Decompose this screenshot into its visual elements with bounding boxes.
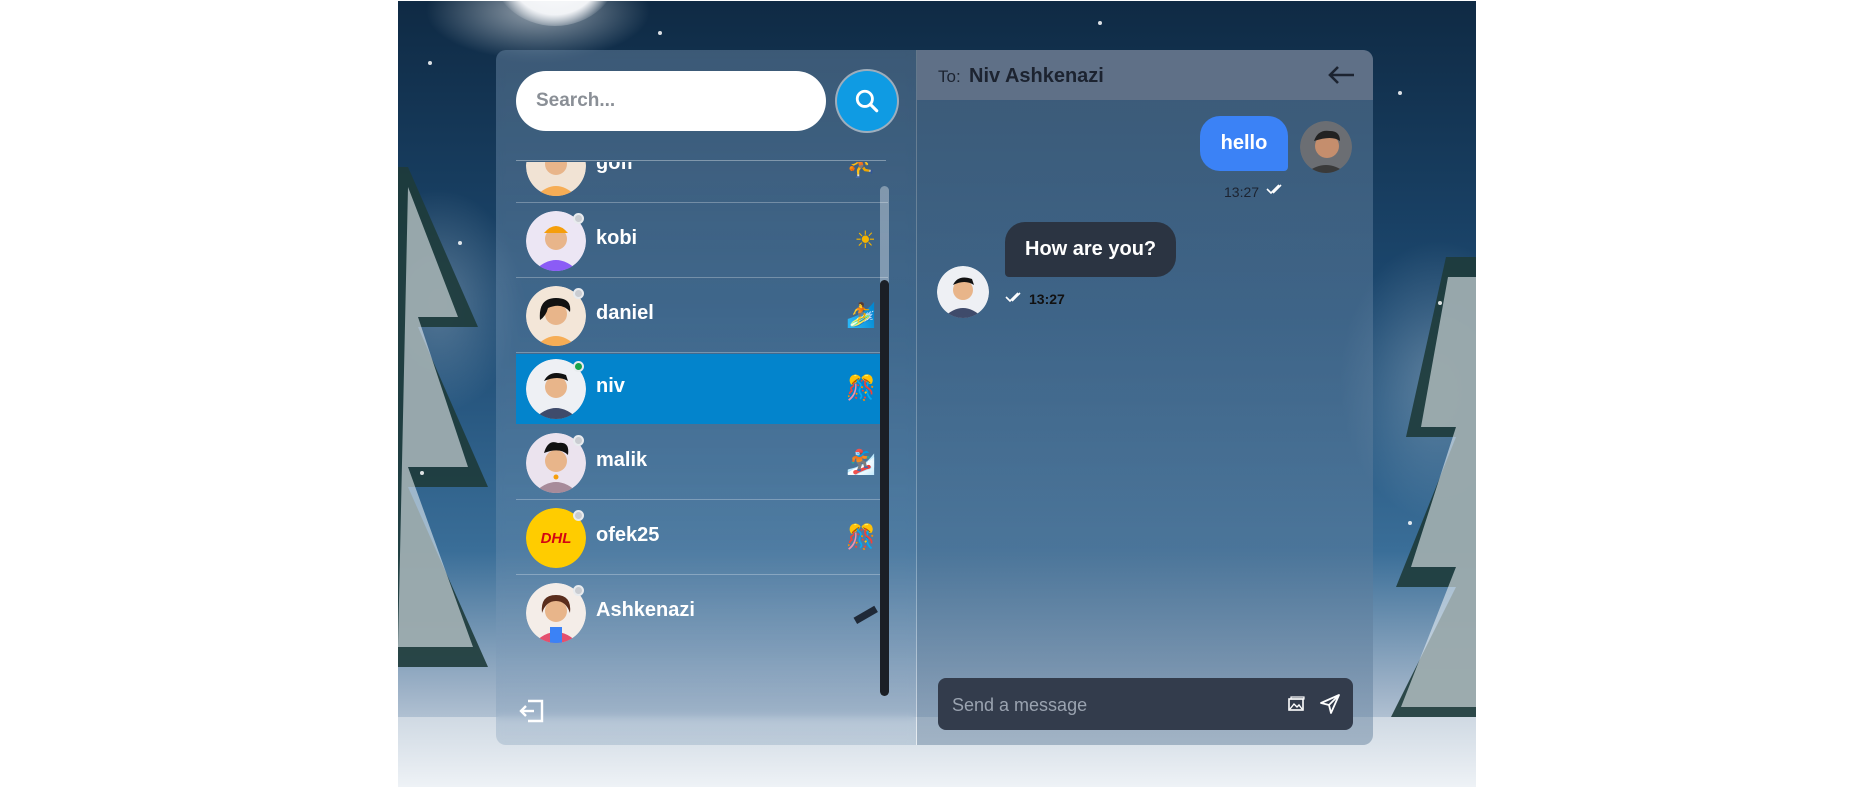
- logout-icon[interactable]: [518, 698, 546, 724]
- status-dot: [573, 435, 584, 446]
- contact-name: gofi: [596, 162, 633, 174]
- chat-app: gofi ⛹ kobi ☀ daniel 🏄: [496, 50, 1373, 745]
- snowboarding-icon: 🏂: [846, 449, 876, 476]
- contact-item-ashkenazi[interactable]: Ashkenazi ▬: [516, 576, 888, 650]
- status-dot: [573, 585, 584, 596]
- message-time: 13:27: [1224, 184, 1260, 200]
- contact-item-niv[interactable]: niv 🎊: [516, 354, 888, 424]
- snowflake: [1438, 301, 1442, 305]
- contact-name: malik: [596, 449, 648, 471]
- outgoing-message-bubble: hello: [1200, 116, 1288, 171]
- avatar: [526, 162, 586, 196]
- snowflake: [420, 471, 424, 475]
- snowflake: [1408, 521, 1412, 525]
- double-check-icon: [1266, 184, 1282, 195]
- avatar: [526, 286, 586, 346]
- list-divider: [516, 160, 886, 161]
- party-icon: 🎊: [846, 524, 876, 551]
- recipient-avatar: [937, 266, 989, 318]
- contact-item-malik[interactable]: malik 🏂: [516, 426, 888, 500]
- search-input[interactable]: [516, 71, 826, 131]
- chat-header: To: Niv Ashkenazi: [917, 50, 1373, 100]
- contact-name: niv: [596, 375, 625, 397]
- contact-item-ofek25[interactable]: DHL ofek25 🎊: [516, 501, 888, 575]
- avatar: [526, 433, 586, 493]
- status-dot: [573, 510, 584, 521]
- moon: [490, 1, 620, 26]
- avatar: [526, 211, 586, 271]
- message-text: hello: [1220, 132, 1268, 154]
- chat-panel: To: Niv Ashkenazi hello 13:27 How are yo…: [917, 50, 1373, 745]
- snowflake: [1398, 91, 1402, 95]
- avatar: DHL: [526, 508, 586, 568]
- double-check-icon: [1005, 292, 1021, 303]
- message-input[interactable]: [950, 678, 1284, 732]
- contact-name: Ashkenazi: [596, 599, 695, 621]
- message-composer: [938, 678, 1353, 732]
- search-icon: [855, 89, 879, 113]
- message-text: How are you?: [1025, 238, 1157, 260]
- contact-name: ofek25: [596, 524, 660, 546]
- contacts-panel: gofi ⛹ kobi ☀ daniel 🏄: [496, 50, 916, 745]
- send-icon[interactable]: [1318, 692, 1342, 716]
- contact-list: gofi ⛹ kobi ☀ daniel 🏄 niv 🎊 malik 🏂 DHL…: [516, 162, 888, 702]
- snowy-tree-left: [398, 167, 488, 667]
- status-dot: [573, 213, 584, 224]
- snowy-tree-right: [1386, 257, 1476, 727]
- snowflake: [1098, 21, 1102, 25]
- snowflake: [658, 31, 662, 35]
- recipient-name: Niv Ashkenazi: [969, 65, 1104, 87]
- contact-name: kobi: [596, 227, 638, 249]
- avatar: [526, 583, 586, 643]
- snowflake: [428, 61, 432, 65]
- avatar: [526, 359, 586, 419]
- contact-item-gofi[interactable]: gofi ⛹: [516, 162, 888, 203]
- surfing-icon: 🏄: [846, 302, 876, 329]
- scrollbar-thumb[interactable]: [880, 280, 889, 696]
- sender-avatar: [1300, 121, 1352, 173]
- to-label: To:: [938, 67, 961, 86]
- arrow-left-icon[interactable]: [1327, 64, 1355, 86]
- incoming-message-bubble: How are you?: [1005, 222, 1177, 277]
- contact-name: daniel: [596, 302, 654, 324]
- contact-item-daniel[interactable]: daniel 🏄: [516, 279, 888, 353]
- message-time: 13:27: [1029, 291, 1065, 307]
- pencil-icon: ▬: [846, 593, 881, 630]
- search-button[interactable]: [837, 71, 897, 131]
- status-dot: [573, 288, 584, 299]
- dhl-logo: DHL: [541, 530, 572, 547]
- image-upload-icon[interactable]: [1286, 694, 1306, 714]
- snowflake: [458, 241, 462, 245]
- sun-icon: ☀: [854, 227, 876, 254]
- running-person-icon: ⛹: [846, 162, 876, 179]
- contact-item-kobi[interactable]: kobi ☀: [516, 204, 888, 278]
- online-status-dot: [573, 361, 584, 372]
- party-icon: 🎊: [846, 375, 876, 402]
